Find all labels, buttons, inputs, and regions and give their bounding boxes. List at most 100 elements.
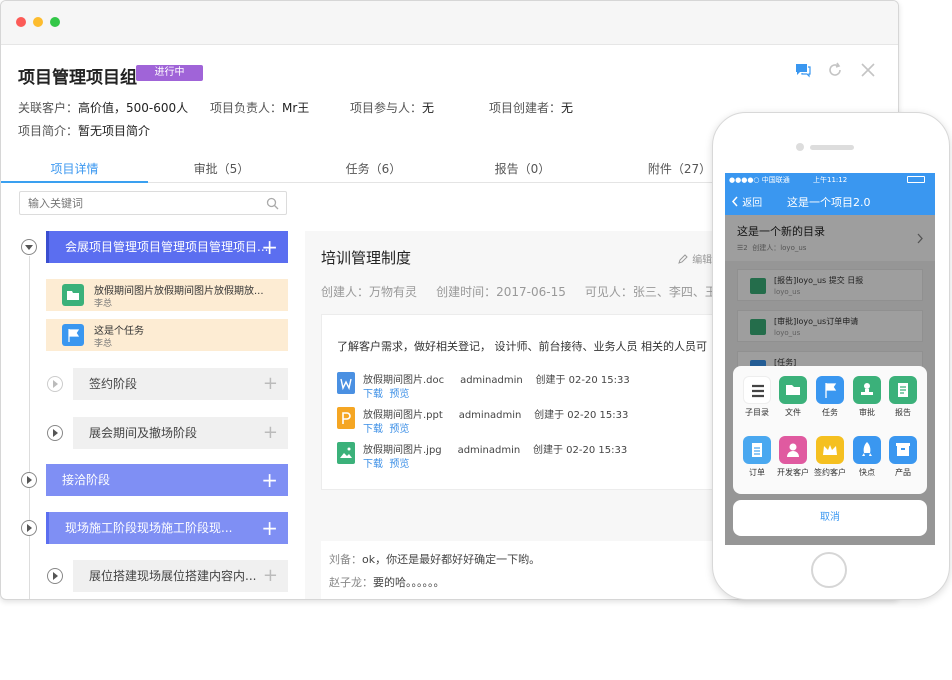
action-label: 签约客户: [814, 468, 846, 477]
action-order[interactable]: 订单: [739, 436, 775, 478]
phone-page-title: 这是一个项目2.0: [787, 196, 871, 209]
doc-created-time: 创建时间：2017-06-15: [436, 285, 566, 299]
participants-value: 无: [422, 101, 435, 115]
task-user: 李总: [94, 299, 113, 309]
tab-project-details[interactable]: 项目详情: [1, 155, 148, 183]
phone-screen: ●●●●○ 中国联通 上午11:12 返回 这是一个项目2.0 这是一个新的目录…: [725, 173, 935, 545]
tree-stage-exhibition[interactable]: 会展项目管理项目管理项目管理项目... +: [46, 231, 288, 263]
tree-substage-exhibition-period[interactable]: 展会期间及撤场阶段 +: [73, 417, 288, 449]
document-body: 了解客户需求，做好相关登记， 设计师、前台接待、业务人员 相关的人员可: [337, 340, 707, 353]
flag-icon: [62, 324, 84, 346]
comment-author: 赵子龙：: [329, 576, 373, 589]
edit-button[interactable]: 编辑: [677, 251, 712, 266]
tree-substage-booth[interactable]: 展位搭建现场展位搭建内容内... +: [73, 560, 288, 592]
add-icon[interactable]: +: [263, 417, 278, 449]
window-titlebar: [1, 1, 898, 45]
chat-icon[interactable]: [794, 61, 812, 79]
preview-link[interactable]: 预览: [389, 459, 409, 470]
attachment-row: 放假期间图片.jpg adminadmin 创建于 02-20 15:33: [363, 441, 627, 456]
preview-link[interactable]: 预览: [389, 424, 409, 435]
download-link[interactable]: 下载: [363, 459, 383, 470]
download-link[interactable]: 下载: [363, 389, 383, 400]
document-title: 培训管理制度: [321, 249, 412, 267]
intro-meta: 项目简介：暂无项目简介: [18, 122, 150, 139]
maximize-window-icon[interactable]: [50, 17, 60, 27]
download-link[interactable]: 下载: [363, 424, 383, 435]
add-icon[interactable]: +: [263, 368, 278, 400]
preview-link[interactable]: 预览: [389, 389, 409, 400]
attachment-user: adminadmin: [457, 445, 521, 456]
action-label: 报告: [895, 408, 911, 417]
expand-toggle-icon[interactable]: [47, 425, 63, 441]
expand-toggle-icon[interactable]: [21, 472, 37, 488]
attachment-row: 放假期间图片.ppt adminadmin 创建于 02-20 15:33: [363, 406, 628, 421]
action-signed-customer[interactable]: 签约客户: [812, 436, 848, 478]
substage-label: 签约阶段: [89, 377, 138, 391]
attachment-user: adminadmin: [458, 410, 522, 421]
owner-value: Mr王: [282, 101, 310, 115]
owner-meta: 项目负责人：Mr王: [210, 99, 309, 116]
tab-reports[interactable]: 报告（0）: [449, 155, 596, 183]
creator-label: 项目创建者：: [489, 101, 562, 115]
action-quick[interactable]: 快点: [849, 436, 885, 478]
attachment-time: 创建于 02-20 15:33: [535, 375, 630, 386]
action-subdirectory[interactable]: 子目录: [739, 376, 775, 418]
ppt-file-icon: [337, 407, 355, 429]
action-label: 开发客户: [777, 468, 809, 477]
word-file-icon: [337, 372, 355, 394]
substage-label: 展位搭建现场展位搭建内容内...: [89, 569, 257, 583]
doc-creator: 创建人：万物有灵: [321, 285, 418, 299]
minimize-window-icon[interactable]: [33, 17, 43, 27]
tree-stage-contact[interactable]: 接洽阶段 +: [46, 464, 288, 496]
task-title: 放假期间图片放假期间图片放假期放...: [94, 286, 264, 297]
action-report[interactable]: 报告: [885, 376, 921, 418]
tree-stage-construction[interactable]: 现场施工阶段现场施工阶段现... +: [46, 512, 288, 544]
tree-task-item[interactable]: 这是个任务 李总: [46, 319, 288, 351]
stage-label: 会展项目管理项目管理项目管理项目...: [65, 240, 269, 254]
back-button[interactable]: 返回: [731, 194, 762, 209]
add-icon[interactable]: +: [261, 464, 278, 496]
comment-area: [321, 541, 721, 599]
action-sheet: 子目录 文件 任务 审批 报告 订单 开发客户 签约客户 快点 产品: [733, 366, 927, 494]
document-meta: 创建人：万物有灵 创建时间：2017-06-15 可见人：张三、李四、王麻子: [321, 283, 741, 300]
status-badge: 进行中: [136, 65, 203, 81]
action-label: 审批: [859, 408, 875, 417]
add-icon[interactable]: +: [261, 512, 278, 544]
tree-substage-signing[interactable]: 签约阶段 +: [73, 368, 288, 400]
close-window-icon[interactable]: [16, 17, 26, 27]
creator-meta: 项目创建者：无: [489, 99, 573, 116]
collapse-toggle-icon[interactable]: [21, 239, 37, 255]
add-icon[interactable]: +: [261, 231, 278, 263]
refresh-icon[interactable]: [826, 61, 844, 79]
tab-approvals[interactable]: 审批（5）: [148, 155, 295, 183]
cancel-button[interactable]: 取消: [733, 500, 927, 536]
close-icon[interactable]: [859, 61, 877, 79]
speaker-grille: [810, 145, 854, 150]
expand-toggle-icon[interactable]: [47, 568, 63, 584]
back-label: 返回: [742, 198, 763, 209]
home-button[interactable]: [811, 552, 847, 588]
action-product[interactable]: 产品: [885, 436, 921, 478]
action-file[interactable]: 文件: [775, 376, 811, 418]
tree-connector-line: [29, 256, 30, 599]
tree-task-item[interactable]: 放假期间图片放假期间图片放假期放... 李总: [46, 279, 288, 311]
attachment-time: 创建于 02-20 15:33: [534, 410, 629, 421]
tab-tasks[interactable]: 任务（6）: [300, 155, 447, 183]
keyword-search: [19, 191, 287, 215]
action-task[interactable]: 任务: [812, 376, 848, 418]
attachment-time: 创建于 02-20 15:33: [532, 445, 628, 456]
add-icon[interactable]: +: [263, 560, 278, 592]
expand-toggle-icon[interactable]: [47, 376, 63, 392]
action-label: 任务: [822, 408, 838, 417]
action-develop-customer[interactable]: 开发客户: [775, 436, 811, 478]
action-approval[interactable]: 审批: [849, 376, 885, 418]
task-title: 这是个任务: [94, 326, 144, 337]
search-input[interactable]: [20, 192, 250, 215]
camera-icon: [796, 143, 804, 151]
search-icon[interactable]: [266, 197, 279, 210]
stage-label: 现场施工阶段现场施工阶段现...: [65, 521, 233, 535]
intro-label: 项目简介：: [18, 124, 79, 138]
owner-label: 项目负责人：: [210, 101, 283, 115]
expand-toggle-icon[interactable]: [21, 520, 37, 536]
comment-author: 刘备：: [329, 553, 362, 566]
